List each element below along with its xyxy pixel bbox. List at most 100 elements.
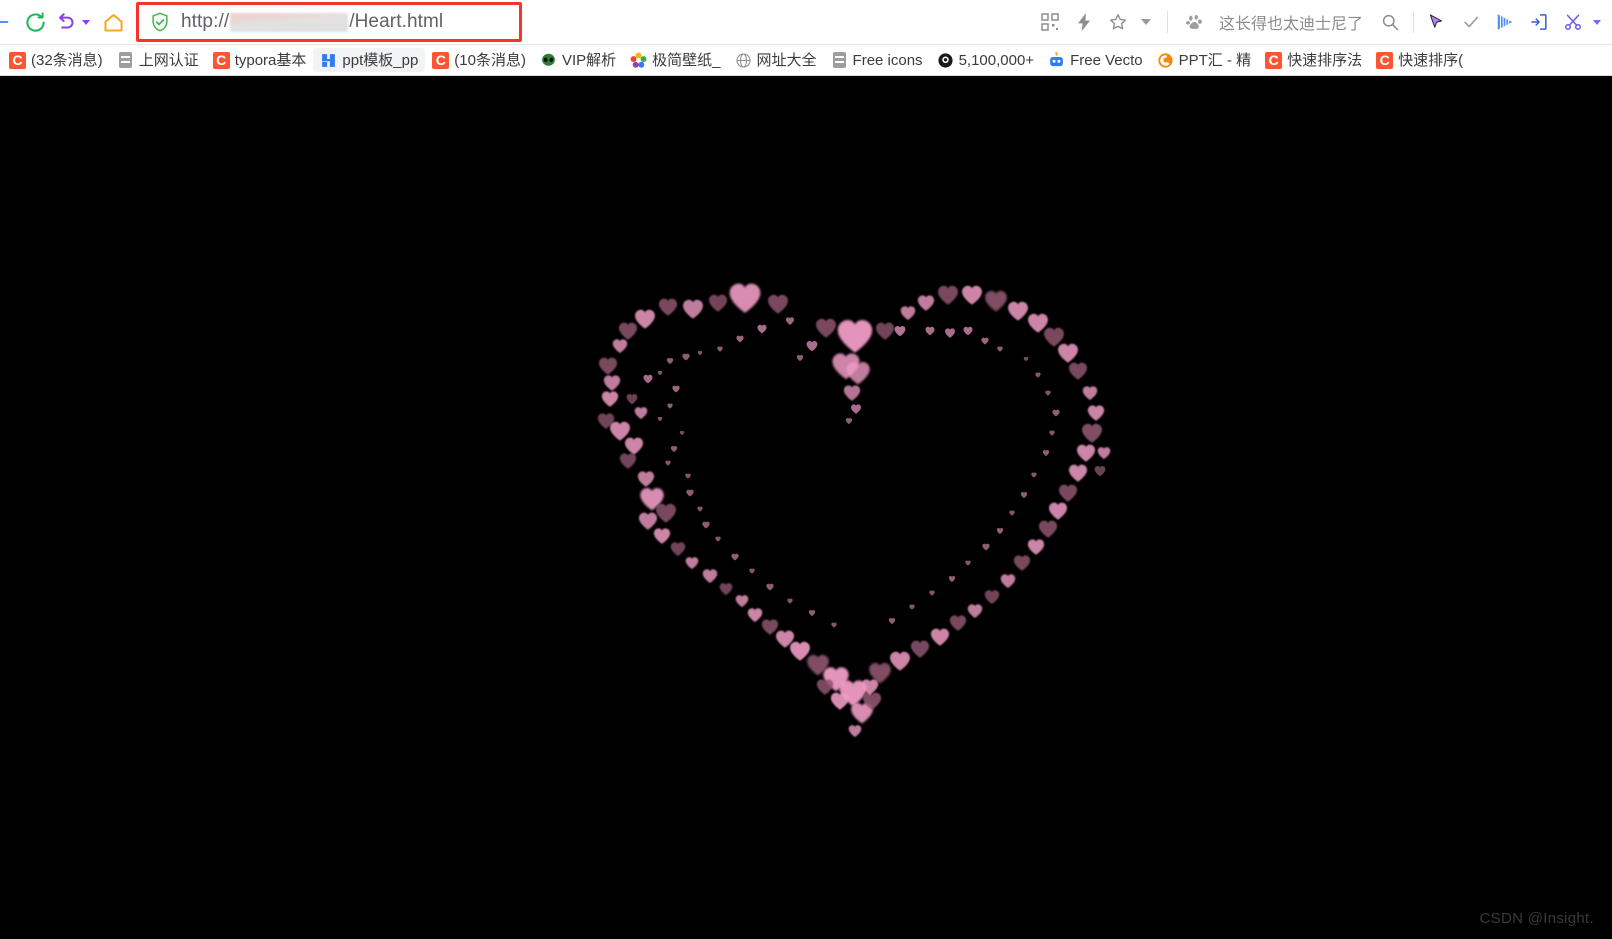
heart-particle xyxy=(685,556,699,570)
heart-particle xyxy=(686,489,694,497)
flower-favicon xyxy=(630,52,647,69)
history-back-icon[interactable] xyxy=(52,5,78,39)
scissors-icon[interactable] xyxy=(1556,5,1590,39)
heart-particle xyxy=(719,582,733,596)
heart-particle xyxy=(1081,422,1103,444)
heart-particle xyxy=(816,678,834,696)
bookmark-item[interactable]: C (10条消息) xyxy=(425,48,533,72)
bookmark-item[interactable]: 上网认证 xyxy=(110,48,206,72)
toolbar-divider xyxy=(1166,11,1168,33)
bookmark-label: 极简壁纸_ xyxy=(652,51,721,69)
bookmark-item[interactable]: PPT汇 - 精 xyxy=(1150,48,1259,72)
heart-particle xyxy=(708,293,728,313)
reload-icon[interactable] xyxy=(18,5,52,39)
url-scheme: http:// xyxy=(181,11,230,32)
bookmark-item[interactable]: VIP解析 xyxy=(533,48,623,72)
send-to-device-icon[interactable] xyxy=(1522,5,1556,39)
heart-particle xyxy=(967,603,983,619)
baidu-paw-icon[interactable] xyxy=(1178,5,1212,39)
heart-particle xyxy=(949,614,967,632)
heart-particle xyxy=(894,325,906,337)
heart-particle xyxy=(965,560,971,566)
heart-particle xyxy=(767,293,789,315)
heart-particle xyxy=(984,589,1000,605)
search-icon[interactable] xyxy=(1373,5,1407,39)
bookmark-item[interactable]: Free icons xyxy=(824,48,930,72)
heart-particle xyxy=(1068,463,1088,483)
heart-particle xyxy=(1082,385,1098,401)
heart-particle xyxy=(685,473,691,479)
bookmark-item[interactable]: Ctypora基本 xyxy=(206,48,314,72)
document-favicon xyxy=(831,52,848,69)
url-redacted-host xyxy=(230,12,349,32)
heart-particle xyxy=(657,416,663,422)
bookmark-item[interactable]: 5,100,000+ xyxy=(930,48,1042,72)
address-bar-text: http:// /Heart.html xyxy=(181,11,443,33)
history-dropdown-caret-icon[interactable] xyxy=(78,5,92,39)
heart-particle xyxy=(961,284,983,306)
bookmark-label: VIP解析 xyxy=(561,51,617,69)
heart-particle xyxy=(1068,361,1088,381)
heart-animation-canvas xyxy=(0,76,1612,939)
heart-particle xyxy=(848,724,862,738)
play-translate-icon[interactable] xyxy=(1488,5,1522,39)
toolbar-left-group: http:// /Heart.html xyxy=(0,2,522,42)
heart-particle xyxy=(1027,538,1045,556)
heart-particle xyxy=(1076,443,1096,463)
bookmark-star-icon[interactable] xyxy=(1101,5,1135,39)
heart-particle xyxy=(626,393,638,405)
heart-particle xyxy=(1007,300,1029,322)
document-favicon xyxy=(117,52,134,69)
heart-particle xyxy=(945,328,956,339)
heart-particle xyxy=(601,390,619,408)
heart-particle xyxy=(981,337,989,345)
bookmark-item[interactable]: 网址大全 xyxy=(728,48,824,72)
toolbar-right-group: 这长得也太迪士尼了 xyxy=(1033,5,1612,39)
heart-particle xyxy=(929,590,935,596)
browser-window: http:///Heart.html 这长得也太迪士尼了 C (32条消息) 上… xyxy=(0,0,1612,939)
cursor-select-icon[interactable] xyxy=(1420,5,1454,39)
heart-particle xyxy=(735,594,749,608)
back-arrow-partial-icon[interactable] xyxy=(0,5,12,39)
heart-particle xyxy=(1038,519,1058,539)
bookmark-item[interactable]: ppt模板_pp xyxy=(313,48,426,72)
heart-particle xyxy=(1094,465,1106,477)
heart-particle xyxy=(845,360,871,386)
qr-code-icon[interactable] xyxy=(1033,5,1067,39)
heart-particle xyxy=(697,350,703,356)
lightning-icon[interactable] xyxy=(1067,5,1101,39)
bookmark-item[interactable]: C (32条消息) xyxy=(2,48,110,72)
globe-favicon xyxy=(735,52,752,69)
csdn-favicon: C xyxy=(1376,51,1394,69)
bookmark-item[interactable]: C 快速排序法 xyxy=(1258,48,1369,72)
heart-particle xyxy=(982,543,990,551)
heart-particle xyxy=(843,384,861,402)
home-icon[interactable] xyxy=(96,5,130,39)
heart-particle xyxy=(1045,390,1051,396)
bookmark-item[interactable]: 极简壁纸_ xyxy=(623,48,727,72)
heart-particle xyxy=(937,284,959,306)
checkmark-icon[interactable] xyxy=(1454,5,1488,39)
heart-particle xyxy=(851,404,862,415)
heart-particle xyxy=(796,355,804,362)
heart-particle xyxy=(667,403,673,409)
bookmark-item[interactable]: C 快速排序( xyxy=(1369,48,1470,72)
bookmark-label: typora基本 xyxy=(234,51,307,69)
bookmark-label: Free icons xyxy=(852,51,923,69)
watermark-label: CSDN @Insight. xyxy=(1479,910,1594,927)
heart-particle xyxy=(815,317,837,339)
heart-particle xyxy=(657,370,663,376)
toolbar-dropdown-caret-icon[interactable] xyxy=(1135,5,1157,39)
heart-particle xyxy=(679,430,685,436)
heart-particle xyxy=(749,568,755,574)
scissors-caret-icon[interactable] xyxy=(1590,5,1604,39)
heart-particle xyxy=(889,650,911,672)
bookmark-item[interactable]: Free Vecto xyxy=(1041,48,1150,72)
csdn-favicon: C xyxy=(432,51,450,69)
ppt-favicon xyxy=(320,52,337,69)
heart-particle xyxy=(1000,573,1016,589)
heart-particle xyxy=(831,622,837,628)
address-bar[interactable]: http:// /Heart.html xyxy=(139,5,519,39)
heart-particle xyxy=(702,568,718,584)
heart-particle xyxy=(917,294,935,312)
